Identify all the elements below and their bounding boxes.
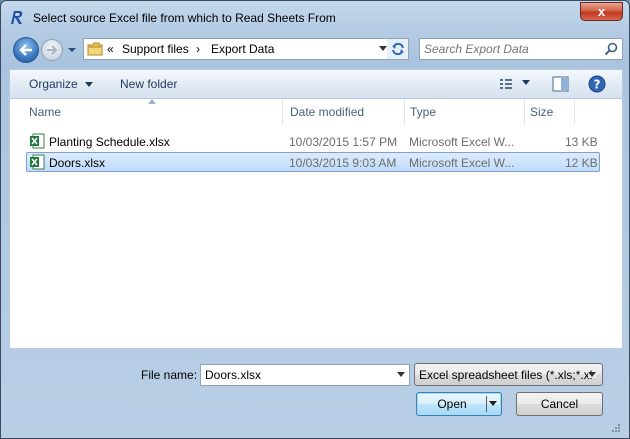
- file-name-value: Doors.xlsx: [205, 368, 262, 382]
- preview-pane-icon[interactable]: [552, 76, 569, 92]
- cancel-button[interactable]: Cancel: [516, 392, 603, 416]
- column-divider[interactable]: [524, 99, 525, 125]
- file-size: 13 KB: [565, 135, 598, 149]
- table-row[interactable]: Planting Schedule.xlsx 10/03/2015 1:57 P…: [26, 131, 600, 151]
- refresh-icon: [391, 42, 404, 56]
- recent-pages-dropdown-icon[interactable]: [67, 45, 77, 55]
- excel-file-icon: [30, 154, 45, 170]
- window-title: Select source Excel file from which to R…: [33, 11, 336, 25]
- file-name-input[interactable]: Doors.xlsx: [200, 364, 410, 386]
- help-icon[interactable]: ?: [588, 75, 606, 93]
- chevron-down-icon: [85, 82, 94, 87]
- folder-icon: [87, 42, 103, 56]
- search-input[interactable]: [424, 40, 594, 58]
- dialog-footer: File name: Doors.xlsx Excel spreadsheet …: [9, 355, 623, 435]
- chevron-down-icon: [379, 46, 387, 51]
- breadcrumb-support-files[interactable]: Support files: [122, 42, 189, 56]
- column-divider[interactable]: [282, 99, 283, 125]
- column-header-row: Name Date modified Type Size: [10, 99, 622, 125]
- close-button[interactable]: x: [580, 2, 623, 21]
- view-options-icon[interactable]: [498, 76, 514, 92]
- file-type: Microsoft Excel W...: [409, 135, 515, 149]
- revit-r-icon: [11, 11, 23, 24]
- column-divider[interactable]: [574, 99, 575, 125]
- chevron-down-icon: [588, 372, 596, 378]
- column-date-modified[interactable]: Date modified: [290, 105, 364, 119]
- open-split-divider: [486, 396, 487, 412]
- back-button[interactable]: [13, 37, 39, 63]
- chevron-down-icon[interactable]: [397, 372, 405, 378]
- breadcrumb-overflow[interactable]: «: [107, 42, 114, 56]
- organize-label: Organize: [29, 77, 78, 91]
- file-type-filter-value: Excel spreadsheet files (*.xls;*.xl: [419, 368, 593, 382]
- breadcrumb-export-data[interactable]: Export Data: [211, 42, 274, 56]
- open-button-label: Open: [437, 397, 467, 411]
- resize-grip-icon[interactable]: [611, 423, 621, 433]
- file-name-label: File name:: [141, 368, 198, 382]
- file-name: Doors.xlsx: [49, 156, 106, 170]
- navigation-bar: « Support files › Export Data: [9, 37, 623, 63]
- forward-button[interactable]: [41, 39, 63, 61]
- sort-ascending-icon: [148, 99, 156, 104]
- file-date: 10/03/2015 1:57 PM: [289, 135, 398, 149]
- table-row-selected[interactable]: Doors.xlsx 10/03/2015 9:03 AM Microsoft …: [26, 152, 600, 172]
- column-divider[interactable]: [404, 99, 405, 125]
- new-folder-button[interactable]: New folder: [120, 77, 177, 91]
- title-bar[interactable]: Select source Excel file from which to R…: [1, 1, 629, 35]
- view-dropdown-icon[interactable]: [522, 80, 530, 86]
- breadcrumb-separator[interactable]: ›: [196, 42, 200, 56]
- file-size: 12 KB: [565, 156, 598, 170]
- search-icon[interactable]: [604, 42, 618, 56]
- file-type: Microsoft Excel W...: [409, 156, 515, 170]
- column-type[interactable]: Type: [410, 105, 436, 119]
- excel-file-icon: [30, 133, 45, 149]
- back-arrow-icon: [19, 44, 32, 56]
- address-bar[interactable]: « Support files › Export Data: [83, 38, 409, 60]
- forward-arrow-icon: [47, 45, 58, 55]
- open-button[interactable]: Open: [416, 392, 502, 416]
- command-toolbar: Organize New folder ?: [9, 69, 623, 99]
- file-date: 10/03/2015 9:03 AM: [289, 156, 397, 170]
- open-dropdown-icon[interactable]: [489, 401, 497, 407]
- column-size[interactable]: Size: [530, 105, 553, 119]
- search-box[interactable]: [419, 38, 623, 60]
- file-type-filter-select[interactable]: Excel spreadsheet files (*.xls;*.xl: [414, 363, 603, 386]
- file-list[interactable]: Name Date modified Type Size Planting Sc…: [9, 99, 623, 349]
- dialog-window: Select source Excel file from which to R…: [0, 0, 630, 439]
- column-name[interactable]: Name: [29, 105, 61, 119]
- svg-text:?: ?: [594, 78, 601, 92]
- refresh-button[interactable]: [387, 38, 409, 60]
- file-name: Planting Schedule.xlsx: [49, 135, 170, 149]
- organize-button[interactable]: Organize: [29, 77, 94, 91]
